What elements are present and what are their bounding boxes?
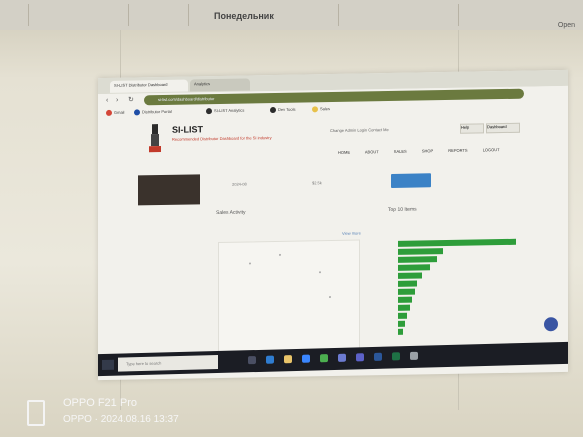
taskbar-search-input[interactable]: Type here to search <box>118 355 218 372</box>
bookmark-label: Distributor Portal <box>142 108 172 115</box>
top-item-bar <box>398 280 417 287</box>
browser-tab-active[interactable]: SI-LIST Distributor Dashboard <box>110 79 188 93</box>
tab-label: SI-LIST Distributor Dashboard <box>114 81 168 88</box>
site-header: SI-LIST Recommended Distributor Dashboar… <box>98 114 568 162</box>
primary-action-button[interactable] <box>391 173 431 188</box>
oppo-logo-icon <box>27 400 45 426</box>
chat-help-icon[interactable] <box>544 317 558 332</box>
store-icon[interactable] <box>338 353 346 362</box>
sheet-cell <box>338 4 459 26</box>
bookmark-label: Sales <box>320 106 331 112</box>
stat-value: $2.5k <box>312 180 322 186</box>
word-icon[interactable] <box>374 352 382 361</box>
start-icon[interactable] <box>102 359 114 371</box>
top-items-title: Top 10 Items <box>388 206 417 214</box>
sheet-cell <box>458 4 569 26</box>
gmail-icon <box>106 109 112 116</box>
mail-icon[interactable] <box>302 354 310 363</box>
analytics-icon <box>206 108 212 115</box>
folder-icon[interactable] <box>284 355 292 364</box>
watermark-device: OPPO F21 Pro <box>63 397 137 409</box>
sheet-cell <box>28 4 129 26</box>
bookmark-item[interactable]: Dev Tools <box>270 106 296 114</box>
task-view-icon[interactable] <box>248 356 256 365</box>
chart-point <box>279 253 281 256</box>
top-item-bar <box>398 288 415 295</box>
browser-window: SI-LIST Distributor Dashboard Analytics … <box>98 69 568 381</box>
help-button[interactable]: Help <box>460 123 484 134</box>
excel-icon[interactable] <box>392 352 400 361</box>
teams-icon[interactable] <box>356 353 364 362</box>
top-item-bar <box>398 328 403 335</box>
top-item-bar <box>398 248 443 255</box>
sheet-tab-label: Понедельник <box>214 11 274 21</box>
tab-label: Analytics <box>194 81 211 87</box>
button-label: Dashboard <box>487 123 507 130</box>
nav-item-home[interactable]: HOME <box>338 150 350 155</box>
sales-activity-title: Sales Activity <box>216 209 246 217</box>
sheet-right-label: Open <box>557 22 575 29</box>
main-nav: HOME ABOUT SALES SHOP REPORTS LOGOUT <box>338 147 514 155</box>
chrome-icon[interactable] <box>320 354 328 363</box>
sheet-cell <box>128 4 189 26</box>
browser-tab[interactable]: Analytics <box>190 78 250 92</box>
search-placeholder: Type here to search <box>126 360 162 367</box>
forward-icon[interactable]: › <box>116 97 124 105</box>
top-item-bar <box>398 264 430 271</box>
nav-item-logout[interactable]: LOGOUT <box>483 147 500 152</box>
top-item-bar <box>398 320 405 327</box>
back-icon[interactable]: ‹ <box>106 97 114 105</box>
nav-item-about[interactable]: ABOUT <box>365 149 379 154</box>
bookmark-item[interactable]: Gmail <box>106 110 124 116</box>
outer-spreadsheet-strip: Понедельник Open <box>0 0 583 30</box>
bookmark-label: Dev Tools <box>278 106 296 113</box>
profile-thumbnail <box>138 174 200 206</box>
devtools-icon <box>270 106 276 114</box>
sales-icon <box>312 106 318 113</box>
brand-title[interactable]: SI-LIST <box>172 124 203 135</box>
top-item-bar <box>398 256 437 263</box>
button-label: Help <box>461 124 470 130</box>
brand-tagline: Recommended Distributor Dashboard for th… <box>172 135 272 142</box>
nav-item-reports[interactable]: REPORTS <box>448 148 467 153</box>
dashboard-button[interactable]: Dashboard <box>486 122 520 134</box>
top-item-bar <box>398 312 407 319</box>
settings-icon[interactable] <box>410 351 418 360</box>
bookmark-item[interactable]: Distributor Portal <box>134 109 172 116</box>
chart-point <box>319 271 321 274</box>
header-links[interactable]: Change Admin Login Contact Me <box>330 127 389 133</box>
bookmark-item[interactable]: SI-LIST Analytics <box>206 108 244 115</box>
bookmark-label: SI-LIST Analytics <box>214 107 245 114</box>
nav-item-shop[interactable]: SHOP <box>422 148 433 153</box>
reload-icon[interactable]: ↻ <box>128 96 136 104</box>
top-item-bar <box>398 272 422 279</box>
bookmark-label: Gmail <box>114 109 125 115</box>
top-item-bar <box>398 296 412 303</box>
watermark-stamp: OPPO · 2024.08.16 13:37 <box>63 414 179 425</box>
nav-item-sales[interactable]: SALES <box>394 149 407 154</box>
sales-activity-chart <box>218 239 360 353</box>
view-more-link[interactable]: View more <box>342 231 361 236</box>
edge-icon[interactable] <box>266 355 274 364</box>
url-text: si-list.com/dashboard/distributor <box>158 96 215 103</box>
bookmark-item[interactable]: Sales <box>312 106 331 113</box>
stat-period: 2024-08 <box>232 181 247 187</box>
brand-logo-icon <box>149 124 161 153</box>
chart-point <box>329 296 331 299</box>
top-item-bar <box>398 238 516 247</box>
portal-icon <box>134 109 140 116</box>
top-item-bar <box>398 304 410 311</box>
chart-point <box>249 262 251 265</box>
